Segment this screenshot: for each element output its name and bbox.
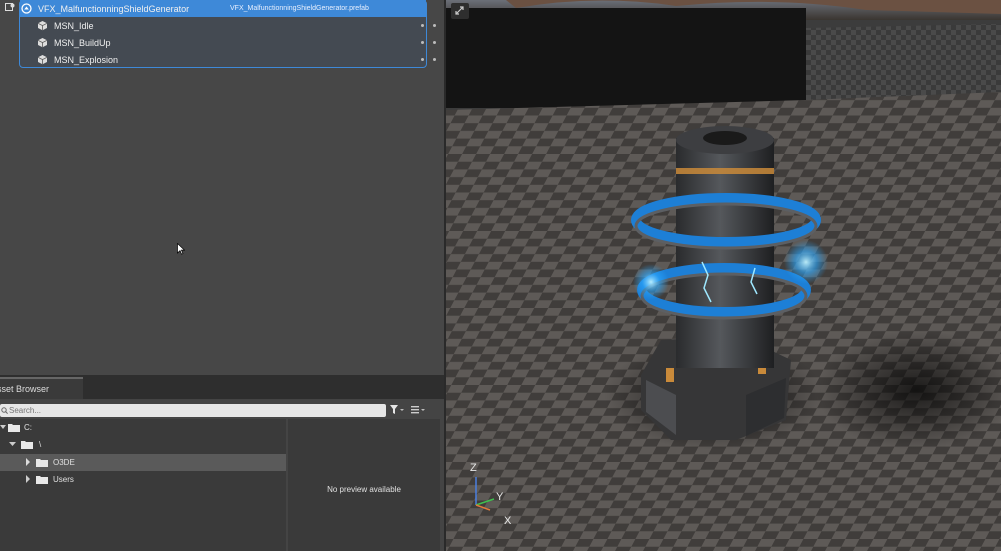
outliner-row-prefab[interactable]: VFX_MalfunctionningShieldGenerator VFX_M… bbox=[20, 0, 426, 17]
tree-item-label: C: bbox=[24, 423, 32, 432]
asset-search-field[interactable] bbox=[0, 404, 386, 417]
folder-icon bbox=[8, 424, 20, 432]
tree-item-label: O3DE bbox=[53, 458, 75, 467]
entity-icon bbox=[36, 37, 48, 49]
tree-item-c-drive[interactable]: C: bbox=[0, 419, 286, 436]
outliner-row-msn-idle[interactable]: MSN_Idle bbox=[20, 17, 442, 34]
outliner-row-msn-explosion[interactable]: MSN_Explosion bbox=[20, 51, 442, 68]
prefab-file-name: VFX_MalfunctionningShieldGenerator.prefa… bbox=[230, 5, 369, 12]
asset-browser-tab-label: sset Browser bbox=[0, 384, 50, 394]
tree-item-label: Users bbox=[53, 475, 74, 484]
entity-icon bbox=[36, 20, 48, 32]
asset-tree: C: \ O3DE Users bbox=[0, 419, 286, 551]
back-wall bbox=[446, 8, 806, 108]
viewport-scene bbox=[446, 0, 1001, 551]
preview-message: No preview available bbox=[327, 485, 401, 494]
tree-item-users[interactable]: Users bbox=[0, 471, 286, 488]
expand-icon bbox=[455, 6, 464, 15]
filter-icon[interactable] bbox=[389, 404, 405, 416]
tree-item-label: \ bbox=[39, 440, 42, 449]
asset-preview-pane: No preview available bbox=[288, 419, 440, 551]
entity-visibility-lock-toggles[interactable] bbox=[421, 58, 436, 61]
prefab-icon bbox=[20, 3, 32, 15]
3d-viewport[interactable]: Z Y X bbox=[446, 0, 1001, 551]
entity-name: MSN_Idle bbox=[54, 20, 94, 31]
folder-icon bbox=[21, 441, 33, 449]
folder-icon bbox=[36, 459, 48, 467]
axis-label-x: X bbox=[504, 515, 512, 527]
chevron-right-icon[interactable] bbox=[24, 475, 32, 483]
mouse-cursor-icon bbox=[177, 243, 185, 255]
entity-outliner: VFX_MalfunctionningShieldGenerator VFX_M… bbox=[0, 0, 444, 375]
outliner-row-msn-buildup[interactable]: MSN_BuildUp bbox=[20, 34, 442, 51]
left-panel: VFX_MalfunctionningShieldGenerator VFX_M… bbox=[0, 0, 444, 551]
entity-name: MSN_BuildUp bbox=[54, 37, 111, 48]
axis-label-y: Y bbox=[496, 491, 504, 503]
asset-browser-tab[interactable]: sset Browser bbox=[0, 377, 83, 399]
search-icon bbox=[1, 407, 8, 414]
chevron-right-icon[interactable] bbox=[24, 458, 32, 466]
asset-search-input[interactable] bbox=[9, 404, 369, 417]
entity-name: MSN_Explosion bbox=[54, 54, 119, 65]
chevron-down-icon[interactable] bbox=[9, 440, 17, 448]
maximize-viewport-button[interactable] bbox=[451, 3, 469, 19]
entity-visibility-lock-toggles[interactable] bbox=[421, 24, 436, 27]
prefab-name: VFX_MalfunctionningShieldGenerator bbox=[38, 3, 190, 14]
tree-item-o3de[interactable]: O3DE bbox=[0, 454, 286, 471]
entity-visibility-lock-toggles[interactable] bbox=[421, 41, 436, 44]
axis-label-z: Z bbox=[470, 462, 477, 474]
view-options-icon[interactable] bbox=[410, 404, 426, 416]
side-wall bbox=[806, 24, 1001, 100]
chevron-down-icon[interactable] bbox=[0, 423, 8, 431]
folder-icon bbox=[36, 476, 48, 484]
entity-icon bbox=[36, 54, 48, 66]
tree-item-root[interactable]: \ bbox=[0, 436, 286, 453]
prefab-edit-icon[interactable] bbox=[5, 3, 15, 13]
